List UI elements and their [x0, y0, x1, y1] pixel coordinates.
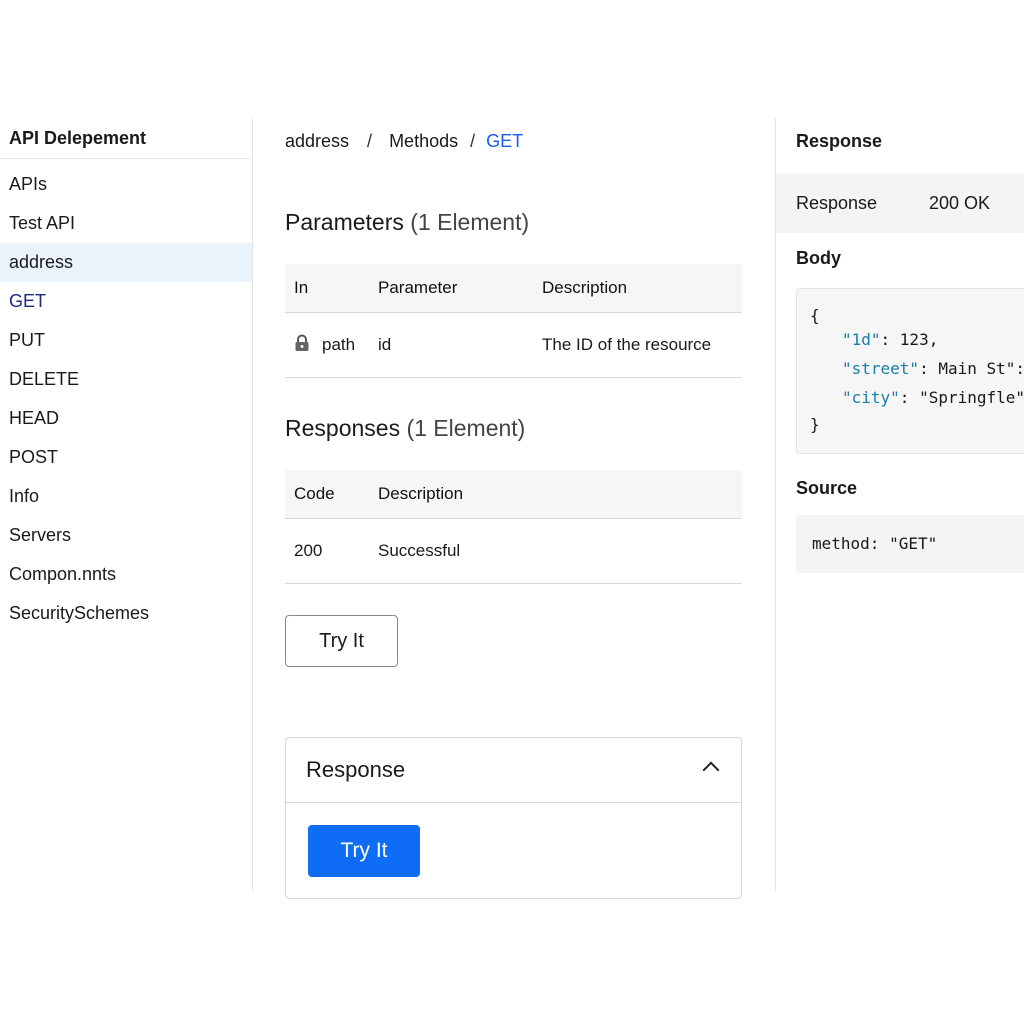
code-line: "city": "Springfle": [842, 388, 1024, 407]
column-header-code: Code: [285, 470, 369, 519]
breadcrumb-item-methods[interactable]: Methods: [389, 131, 458, 151]
param-in-value: path: [322, 334, 356, 354]
table-header-row: Code Description: [285, 470, 742, 519]
breadcrumb-item-get[interactable]: GET: [486, 131, 523, 151]
responses-heading: Responses (1 Element): [285, 408, 742, 448]
sidebar-item-address[interactable]: address: [0, 243, 252, 282]
right-panel-divider: [775, 118, 776, 892]
right-panel: Response Response 200 OK Body { "1d": 12…: [776, 118, 1024, 573]
parameters-heading: Parameters (1 Element): [285, 202, 742, 242]
param-name-cell: id: [369, 312, 533, 378]
parameters-table: In Parameter Description path id The ID …: [285, 264, 742, 378]
sidebar: API Delepement APIs Test API address GET…: [0, 118, 252, 633]
code-line: }: [810, 415, 820, 434]
lock-icon: [294, 334, 310, 357]
response-panel-header[interactable]: Response: [286, 738, 741, 803]
sidebar-item-components[interactable]: Compon.nnts: [0, 555, 252, 594]
body-label: Body: [796, 248, 841, 268]
parameters-title: Parameters: [285, 209, 404, 235]
response-body-code: { "1d": 123, "street": Main St": "city":…: [796, 288, 1024, 454]
column-header-parameter: Parameter: [369, 264, 533, 313]
code-line: "street": Main St":: [842, 359, 1024, 378]
sidebar-nav: APIs Test API address GET PUT DELETE HEA…: [0, 159, 252, 633]
main-content: address / Methods / GET Parameters (1 Elemen…: [285, 118, 742, 899]
parameters-count: (1 Element): [410, 209, 530, 235]
responses-title: Responses: [285, 415, 401, 441]
responses-table: Code Description 200 Successful: [285, 470, 742, 584]
sidebar-item-info[interactable]: Info: [0, 477, 252, 516]
param-description-cell: The ID of the resource: [533, 312, 742, 378]
response-panel: Response Try It: [285, 737, 742, 899]
column-header-description: Description: [369, 470, 742, 519]
response-code-cell: 200: [285, 518, 369, 584]
sidebar-item-put[interactable]: PUT: [0, 321, 252, 360]
sidebar-item-apis[interactable]: APIs: [0, 165, 252, 204]
response-status-value: 200 OK: [929, 193, 991, 213]
sidebar-item-security-schemes[interactable]: SecuritySchemes: [0, 594, 252, 633]
breadcrumb-item-address[interactable]: address: [285, 131, 349, 151]
table-row: path id The ID of the resource: [285, 312, 742, 378]
code-line: {: [810, 306, 820, 325]
sidebar-item-test-api[interactable]: Test API: [0, 204, 252, 243]
response-status-bar: Response 200 OK: [776, 173, 1024, 233]
sidebar-item-head[interactable]: HEAD: [0, 399, 252, 438]
try-it-button[interactable]: Try It: [285, 615, 398, 667]
source-label: Source: [796, 478, 858, 498]
param-in-cell: path: [285, 312, 369, 378]
column-header-in: In: [285, 264, 369, 313]
sidebar-item-delete[interactable]: DELETE: [0, 360, 252, 399]
column-header-description: Description: [533, 264, 742, 313]
table-row: 200 Successful: [285, 518, 742, 584]
breadcrumb: address / Methods / GET: [285, 118, 742, 164]
sidebar-title: API Delepement: [0, 118, 250, 159]
breadcrumb-separator: /: [367, 131, 373, 151]
code-line: "1d": 123,: [842, 330, 939, 349]
responses-count: (1 Element): [406, 415, 526, 441]
sidebar-item-servers[interactable]: Servers: [0, 516, 252, 555]
response-status-label: Response: [796, 193, 878, 213]
breadcrumb-separator: /: [470, 131, 476, 151]
sidebar-item-post[interactable]: POST: [0, 438, 252, 477]
sidebar-item-get[interactable]: GET: [0, 282, 252, 321]
right-panel-title: Response: [796, 131, 883, 151]
chevron-up-icon[interactable]: [702, 761, 720, 779]
source-code: method: "GET": [796, 515, 1024, 573]
response-description-cell: Successful: [369, 518, 742, 584]
try-it-primary-button[interactable]: Try It: [308, 825, 420, 877]
table-header-row: In Parameter Description: [285, 264, 742, 313]
response-panel-title: Response: [306, 757, 406, 782]
sidebar-divider: [252, 118, 253, 892]
